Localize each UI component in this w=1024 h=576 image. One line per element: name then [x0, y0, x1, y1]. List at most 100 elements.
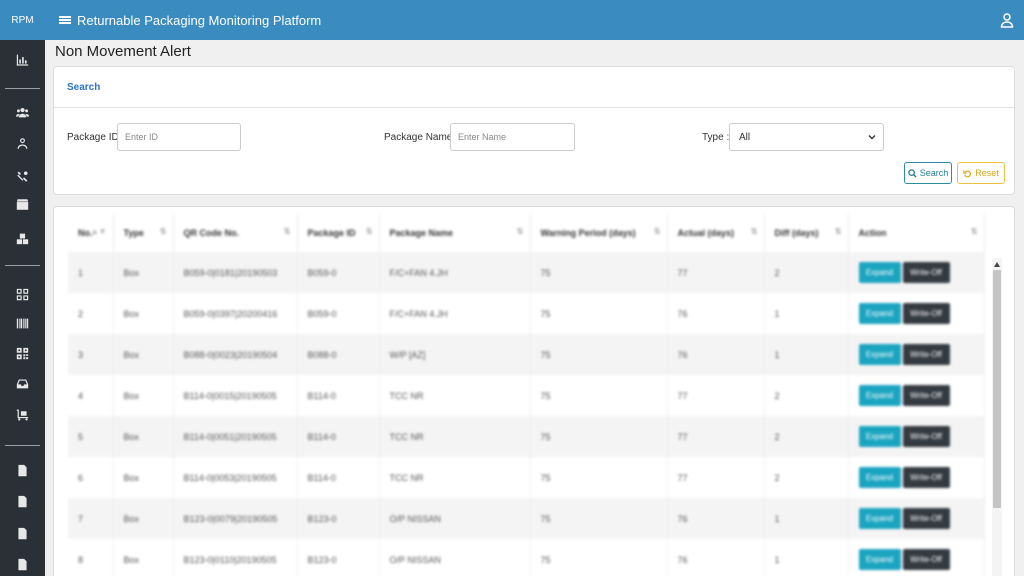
user-account-icon[interactable] [1000, 12, 1014, 28]
scroll-up-arrow-icon[interactable] [994, 262, 1000, 267]
expand-button[interactable]: Expand [858, 508, 901, 529]
table-row: 8 Box B123-0|0110|20190505 B123-0 O/P NI… [68, 539, 985, 576]
write-off-button[interactable]: Write-Off [902, 508, 950, 529]
cell-no: 5 [68, 416, 114, 457]
column-header-action: Action ⇅ [848, 213, 985, 252]
expand-button[interactable]: Expand [858, 262, 901, 283]
document-icon[interactable] [0, 523, 45, 543]
search-panel-title[interactable]: Search [67, 82, 100, 93]
package-id-label: Package ID : [67, 132, 125, 143]
box-icon[interactable] [0, 194, 45, 214]
expand-button[interactable]: Expand [858, 426, 901, 447]
cell-package-id: B114-0 [297, 457, 380, 498]
barcode-icon[interactable] [0, 313, 45, 333]
write-off-button[interactable]: Write-Off [902, 344, 950, 365]
inbox-icon[interactable] [0, 373, 45, 393]
write-off-button[interactable]: Write-Off [902, 303, 950, 324]
cell-diff: 1 [764, 334, 849, 375]
column-header-qr-code[interactable]: QR Code No. ⇅ [173, 213, 298, 252]
undo-icon [963, 169, 972, 177]
search-panel-header: Search [54, 67, 1014, 108]
write-off-button[interactable]: Write-Off [902, 467, 950, 488]
cell-warning-period: 75 [530, 293, 668, 334]
cell-qr-code: B059-0|0397|20200416 [173, 293, 298, 334]
grid-icon[interactable] [0, 284, 45, 304]
cell-package-id: B114-0 [297, 375, 380, 416]
hamburger-menu-icon[interactable] [59, 14, 71, 26]
sort-icon: ⇅ [970, 227, 978, 236]
sidebar-divider [5, 88, 40, 89]
cell-no: 1 [68, 252, 114, 293]
cell-actual: 77 [667, 252, 765, 293]
cell-qr-code: B123-0|0110|20190505 [173, 539, 298, 576]
document-icon[interactable] [0, 554, 45, 574]
cell-diff: 2 [764, 375, 849, 416]
cell-diff: 2 [764, 252, 849, 293]
expand-button[interactable]: Expand [858, 344, 901, 365]
sort-icon: ⇅ [516, 227, 524, 236]
sort-icon: ⇅ [365, 227, 373, 236]
results-table: No. ▲▼ Type ⇅ QR Code No. ⇅ Package ID ⇅ Pac… [68, 213, 985, 576]
cell-diff: 1 [764, 293, 849, 334]
column-header-warning-period[interactable]: Warning Period (days) ⇅ [530, 213, 668, 252]
expand-button[interactable]: Expand [858, 549, 901, 570]
boxes-icon[interactable] [0, 228, 45, 248]
expand-button[interactable]: Expand [858, 385, 901, 406]
cell-qr-code: B114-0|0015|20190505 [173, 375, 298, 416]
document-icon[interactable] [0, 491, 45, 511]
type-label: Type : [702, 132, 730, 143]
column-header-package-id[interactable]: Package ID ⇅ [297, 213, 380, 252]
write-off-button[interactable]: Write-Off [902, 426, 950, 447]
cell-action: Expand Write-Off [848, 457, 985, 498]
column-header-type[interactable]: Type ⇅ [113, 213, 174, 252]
column-header-actual[interactable]: Actual (days) ⇅ [667, 213, 765, 252]
write-off-button[interactable]: Write-Off [902, 549, 950, 570]
user-icon[interactable] [0, 133, 45, 153]
expand-button[interactable]: Expand [858, 303, 901, 324]
tools-icon[interactable] [0, 166, 45, 186]
cell-package-name: F/C+FAN 4.JH [379, 252, 531, 293]
package-name-input[interactable] [450, 123, 575, 151]
search-button-label: Search [919, 168, 949, 178]
cell-no: 4 [68, 375, 114, 416]
cell-package-id: B114-0 [297, 416, 380, 457]
users-icon[interactable] [0, 102, 45, 122]
write-off-button[interactable]: Write-Off [902, 385, 950, 406]
search-icon [908, 168, 917, 178]
cell-no: 2 [68, 293, 114, 334]
cell-action: Expand Write-Off [848, 293, 985, 334]
cell-action: Expand Write-Off [848, 498, 985, 539]
dolly-icon[interactable] [0, 404, 45, 424]
reset-button[interactable]: Reset [957, 162, 1005, 184]
cell-package-id: B123-0 [297, 498, 380, 539]
page-title: Non Movement Alert [55, 43, 191, 60]
type-select[interactable]: All [729, 123, 884, 151]
cell-type: Box [113, 334, 174, 375]
cell-package-id: B088-0 [297, 334, 380, 375]
table-row: 3 Box B088-0|0023|20190504 B088-0 W/P [A… [68, 334, 985, 375]
expand-button[interactable]: Expand [858, 467, 901, 488]
search-button[interactable]: Search [904, 162, 952, 184]
type-select-value: All [739, 131, 751, 143]
column-header-package-name[interactable]: Package Name ⇅ [379, 213, 531, 252]
scrollbar-thumb[interactable] [993, 270, 1001, 508]
brand-logo[interactable]: RPM [0, 0, 45, 40]
sidebar-divider [5, 445, 40, 446]
table-header-row: No. ▲▼ Type ⇅ QR Code No. ⇅ Package ID ⇅ Pac… [68, 213, 985, 252]
package-id-input[interactable] [117, 123, 241, 151]
cell-action: Expand Write-Off [848, 375, 985, 416]
search-panel: Search Package ID : Package Name : Type … [53, 66, 1015, 195]
cell-package-name: W/P [AZ] [379, 334, 531, 375]
chart-icon[interactable] [0, 49, 45, 69]
column-header-diff[interactable]: Diff (days) ⇅ [764, 213, 849, 252]
qr-code-icon[interactable] [0, 343, 45, 363]
app-title: Returnable Packaging Monitoring Platform [77, 12, 322, 28]
sidebar-divider [5, 265, 40, 266]
write-off-button[interactable]: Write-Off [902, 262, 950, 283]
cell-package-name: O/P NISSAN [379, 539, 531, 576]
cell-warning-period: 75 [530, 416, 668, 457]
document-icon[interactable] [0, 460, 45, 480]
chevron-down-icon [868, 135, 876, 140]
column-header-no[interactable]: No. ▲▼ [68, 213, 114, 252]
cell-actual: 76 [667, 334, 765, 375]
